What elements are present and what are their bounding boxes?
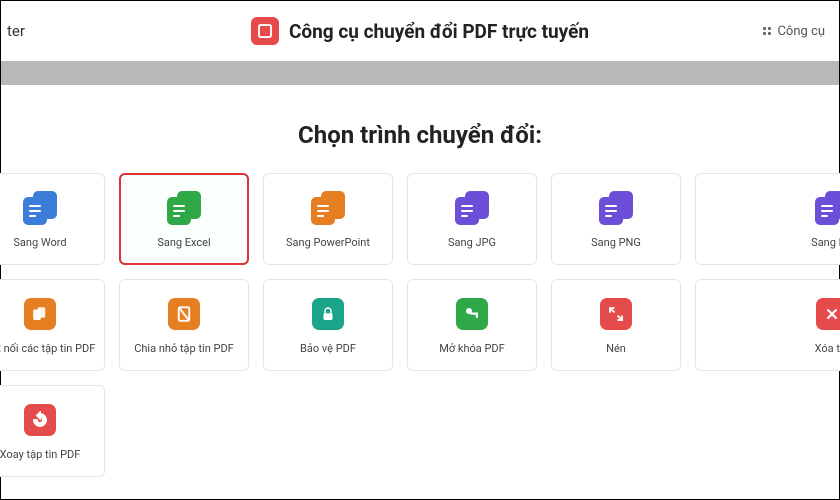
tool-sang-pdf[interactable]: Sang PD	[695, 173, 840, 265]
tool-merge-pdf[interactable]: Kết nối các tập tin PDF	[0, 279, 105, 371]
tool-label: Sang PowerPoint	[286, 236, 370, 249]
tool-label: Xoay tập tin PDF	[0, 448, 80, 461]
tool-label: Mở khóa PDF	[439, 342, 504, 355]
tool-label: Sang Word	[13, 236, 66, 249]
section-title: Chọn trình chuyển đổi:	[1, 121, 839, 149]
tool-protect-pdf[interactable]: Bảo vệ PDF	[263, 279, 393, 371]
tools-menu[interactable]: Công cụ	[763, 24, 825, 39]
tool-compress-pdf[interactable]: Nén	[551, 279, 681, 371]
tools-row-2: Kết nối các tập tin PDF Chia nhỏ tập tin…	[0, 279, 839, 371]
key-icon	[454, 296, 490, 332]
header: ter Công cụ chuyển đổi PDF trực tuyến Cô…	[1, 1, 839, 61]
header-center: Công cụ chuyển đổi PDF trực tuyến	[251, 17, 589, 45]
tools-row-3: Xoay tập tin PDF	[0, 385, 839, 477]
rotate-icon	[22, 402, 58, 438]
tool-label: Kết nối các tập tin PDF	[0, 342, 95, 355]
merge-icon	[22, 296, 58, 332]
tool-rotate-pdf[interactable]: Xoay tập tin PDF	[0, 385, 105, 477]
delete-icon	[814, 296, 840, 332]
powerpoint-doc-icon	[310, 190, 346, 226]
tool-split-pdf[interactable]: Chia nhỏ tập tin PDF	[119, 279, 249, 371]
tool-sang-jpg[interactable]: Sang JPG	[407, 173, 537, 265]
tool-sang-png[interactable]: Sang PNG	[551, 173, 681, 265]
tool-label: Nén	[606, 342, 626, 355]
split-icon	[166, 296, 202, 332]
tools-row-1: Sang Word Sang Excel Sang PowerPoint San…	[0, 173, 839, 265]
tool-sang-word[interactable]: Sang Word	[0, 173, 105, 265]
tool-label: Sang PD	[811, 236, 840, 249]
lock-icon	[310, 296, 346, 332]
tools-menu-label: Công cụ	[777, 24, 825, 39]
tool-label: Xóa tra	[815, 342, 840, 355]
compress-icon	[598, 296, 634, 332]
app-logo-icon	[251, 17, 279, 45]
tool-label: Chia nhỏ tập tin PDF	[134, 342, 234, 355]
tool-delete-page[interactable]: Xóa tra	[695, 279, 840, 371]
grid-icon	[763, 27, 771, 35]
word-doc-icon	[22, 190, 58, 226]
tool-label: Bảo vệ PDF	[300, 342, 356, 355]
tool-label: Sang Excel	[157, 236, 210, 249]
tool-label: Sang JPG	[448, 236, 496, 249]
page-title: Công cụ chuyển đổi PDF trực tuyến	[289, 20, 589, 43]
header-left-fragment: ter	[1, 22, 25, 40]
pdf-doc-icon	[814, 190, 840, 226]
tool-unlock-pdf[interactable]: Mở khóa PDF	[407, 279, 537, 371]
tool-label: Sang PNG	[591, 236, 641, 249]
excel-doc-icon	[166, 190, 202, 226]
divider-bar	[1, 61, 839, 85]
tool-sang-powerpoint[interactable]: Sang PowerPoint	[263, 173, 393, 265]
png-doc-icon	[598, 190, 634, 226]
tool-sang-excel[interactable]: Sang Excel	[119, 173, 249, 265]
jpg-doc-icon	[454, 190, 490, 226]
